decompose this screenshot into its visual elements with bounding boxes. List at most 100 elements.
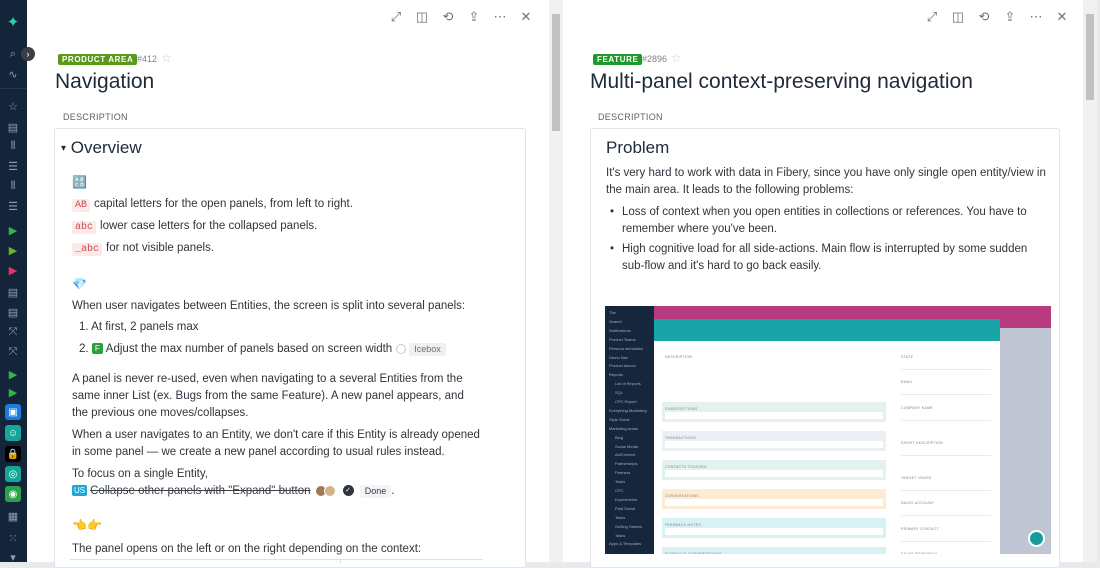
screenshot-nav-item: Notifications	[609, 327, 631, 333]
panel-toolbar: ⤢ ◫ ⟲ ⇪ ⋯ ✕	[919, 0, 1075, 34]
legend-text: for not visible panels.	[106, 242, 215, 254]
screenshot-section	[662, 431, 886, 451]
space-icon[interactable]: ▶	[5, 384, 21, 400]
screenshot-nav-item: Demo Nav	[609, 354, 628, 360]
entity-link[interactable]: Collapse other panels with "Expand" butt…	[90, 485, 310, 497]
close-icon[interactable]: ✕	[513, 4, 539, 30]
screenshot-nav-item: Tasks	[615, 514, 626, 520]
templates-icon[interactable]: ▦	[5, 508, 21, 524]
screenshot-nav-item: List of Reports	[615, 381, 641, 387]
status-badge[interactable]: Icebox	[409, 343, 446, 356]
type-badge[interactable]: FEATURE	[593, 54, 643, 65]
screenshot-nav-item: Product launch	[609, 363, 636, 369]
panel-navigation: ⤢ ◫ ⟲ ⇪ ⋯ ✕ PRODUCT AREA #412 ☆ Navigati…	[27, 0, 549, 568]
history-icon[interactable]: ⟲	[971, 4, 997, 30]
expand-icon[interactable]: ⤢	[919, 4, 945, 30]
whiteboard-icon[interactable]: ⤧	[5, 344, 21, 360]
space-icon[interactable]: ▶	[5, 366, 21, 382]
avatar	[323, 484, 336, 497]
more-icon[interactable]: ⋯	[1023, 4, 1049, 30]
close-icon[interactable]: ✕	[1049, 4, 1075, 30]
collapse-toggle-icon[interactable]: ▾	[61, 143, 66, 154]
pointing-hands-emoji-icon: 👈👉	[72, 518, 102, 532]
screenshot-field-label: TRANSACTIONS	[665, 436, 697, 440]
paragraph: It's very hard to work with data in Fibe…	[606, 167, 1046, 196]
split-view-icon[interactable]: ◫	[945, 4, 971, 30]
screenshot-nav-item: Experiments	[615, 496, 638, 502]
screenshot-section	[662, 489, 886, 509]
scrollbar-thumb[interactable]	[552, 14, 560, 131]
screenshot-field-label: CONTACTS TOUCHED	[665, 465, 707, 469]
description-editor[interactable]: ▾ Overview 🔠 AB capital letters for the o…	[54, 128, 526, 568]
screenshot-entity-card: DESCRIPTION SUBSCRIPTIONS TRANSACTIONS CONT…	[654, 319, 1000, 554]
sidebar-divider	[0, 88, 27, 89]
done-check-icon: ✓	[342, 485, 354, 497]
doc-icon[interactable]: ▤	[5, 284, 21, 300]
share-icon[interactable]: ⇪	[997, 4, 1023, 30]
screenshot-nav-item: Partnerships	[615, 461, 638, 467]
screenshot-nav-item: Paid Social	[615, 505, 636, 511]
punctuation: .	[391, 485, 395, 497]
problem-heading[interactable]: Problem	[606, 138, 669, 158]
activity-icon[interactable]: ∿	[5, 66, 21, 82]
board-icon[interactable]: ⦀	[5, 138, 21, 154]
space-icon[interactable]: ▶	[5, 222, 21, 238]
more-down-icon[interactable]: ▾	[5, 549, 21, 565]
screenshot-nav-item: Blog	[615, 434, 624, 440]
type-badge[interactable]: PRODUCT AREA	[58, 54, 138, 65]
scrollbar-thumb[interactable]	[1086, 14, 1094, 100]
screenshot-field-line	[901, 490, 991, 491]
favorites-icon[interactable]: ☆	[5, 98, 21, 114]
overview-heading[interactable]: ▾ Overview	[61, 138, 142, 158]
history-icon[interactable]: ⟲	[435, 4, 461, 30]
story-tag: US	[72, 485, 88, 497]
legend-line: AB capital letters for the open panels, f…	[72, 196, 353, 214]
target-app-icon[interactable]: ◎	[5, 466, 21, 482]
smile-app-icon[interactable]: ☺	[5, 425, 21, 441]
table-top-border	[70, 559, 483, 560]
story-reference: US Collapse other panels with "Expand" bu…	[72, 483, 394, 500]
star-icon[interactable]: ☆	[161, 51, 172, 65]
screenshot-field-line	[901, 515, 991, 516]
legend-text: capital letters for the open panels, fro…	[94, 198, 353, 210]
search-icon[interactable]: ⌕	[5, 46, 21, 62]
clipboard-app-icon[interactable]: ▣	[5, 404, 21, 420]
screenshot-field-label: SCHEDULE CONVERSATIONS	[665, 552, 722, 554]
description-editor[interactable]: Problem It's very hard to work with data…	[590, 128, 1060, 568]
screenshot-field-line	[901, 541, 991, 542]
ball-app-icon[interactable]: ◉	[5, 486, 21, 502]
whiteboard-icon[interactable]: ⤧	[5, 324, 21, 340]
paragraph: To focus on a single Entity,	[72, 468, 208, 480]
more-icon[interactable]: ⋯	[487, 4, 513, 30]
status-badge[interactable]: Done	[359, 485, 392, 498]
chat-bubble-icon[interactable]	[1028, 530, 1045, 547]
doc-icon[interactable]: ▤	[5, 304, 21, 320]
expand-icon[interactable]: ⤢	[383, 4, 409, 30]
page-title[interactable]: Navigation	[55, 70, 154, 94]
item-number: 1.	[79, 321, 89, 333]
share-icon[interactable]: ⇪	[461, 4, 487, 30]
right-panel-scrollbar[interactable]	[1083, 0, 1097, 562]
list-icon[interactable]: ☰	[5, 158, 21, 174]
left-panel-scrollbar[interactable]	[549, 0, 563, 562]
space-icon[interactable]: ▶	[5, 262, 21, 278]
apps-icon[interactable]: ⁙	[5, 530, 21, 546]
screenshot-nav-item: CPC	[615, 488, 624, 493]
page-title[interactable]: Multi-panel context-preserving navigatio…	[590, 70, 973, 94]
entity-id: #2896	[642, 54, 668, 64]
board-icon[interactable]: ⦀	[5, 178, 21, 194]
ordered-item: 2. F Adjust the max number of panels base…	[79, 341, 446, 358]
expand-sidebar-button[interactable]: ›	[21, 47, 35, 61]
screenshot-nav-item: Social Media	[615, 443, 638, 449]
embedded-screenshot[interactable]: The Search Notifications Product Teams Perso…	[605, 306, 1051, 554]
bullet-list: Loss of context when you open entities i…	[606, 204, 1036, 278]
split-view-icon[interactable]: ◫	[409, 4, 435, 30]
doc-icon[interactable]: ▤	[5, 119, 21, 135]
space-icon[interactable]: ▶	[5, 242, 21, 258]
entity-link[interactable]: Adjust the max number of panels based on…	[106, 343, 392, 355]
lock-app-icon[interactable]: 🔒	[5, 446, 21, 462]
screenshot-nav-item: Everything Marketing	[609, 407, 647, 413]
list-icon[interactable]: ☰	[5, 198, 21, 214]
star-icon[interactable]: ☆	[671, 51, 682, 65]
screenshot-sidebar: The Search Notifications Product Teams Perso…	[605, 306, 654, 554]
